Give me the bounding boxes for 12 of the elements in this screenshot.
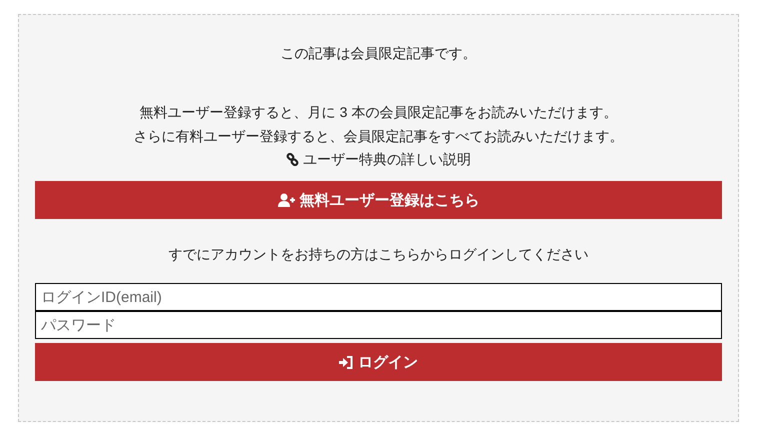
link-icon xyxy=(286,153,299,166)
notice-text: 無料ユーザー登録すると、月に 3 本の会員限定記事をお読みいただけます。 xyxy=(140,103,618,122)
benefits-link[interactable]: ユーザー特典の詳しい説明 xyxy=(286,148,471,171)
login-button[interactable]: ログイン xyxy=(35,343,722,381)
user-plus-icon xyxy=(278,193,294,207)
register-button[interactable]: 無料ユーザー登録はこちら xyxy=(35,181,722,219)
input-field[interactable]: パスワード xyxy=(35,311,722,339)
notice-text: さらに有料ユーザー登録すると、会員限定記事をすべてお読みいただけます。 xyxy=(134,126,624,146)
login-prompt: すでにアカウントをお持ちの方はこちらからログインしてください xyxy=(168,245,590,264)
input-field[interactable]: ログインID(email) xyxy=(35,283,722,311)
sign-in-icon xyxy=(339,356,353,368)
notice-title: この記事は会員限定記事です。 xyxy=(280,44,478,63)
